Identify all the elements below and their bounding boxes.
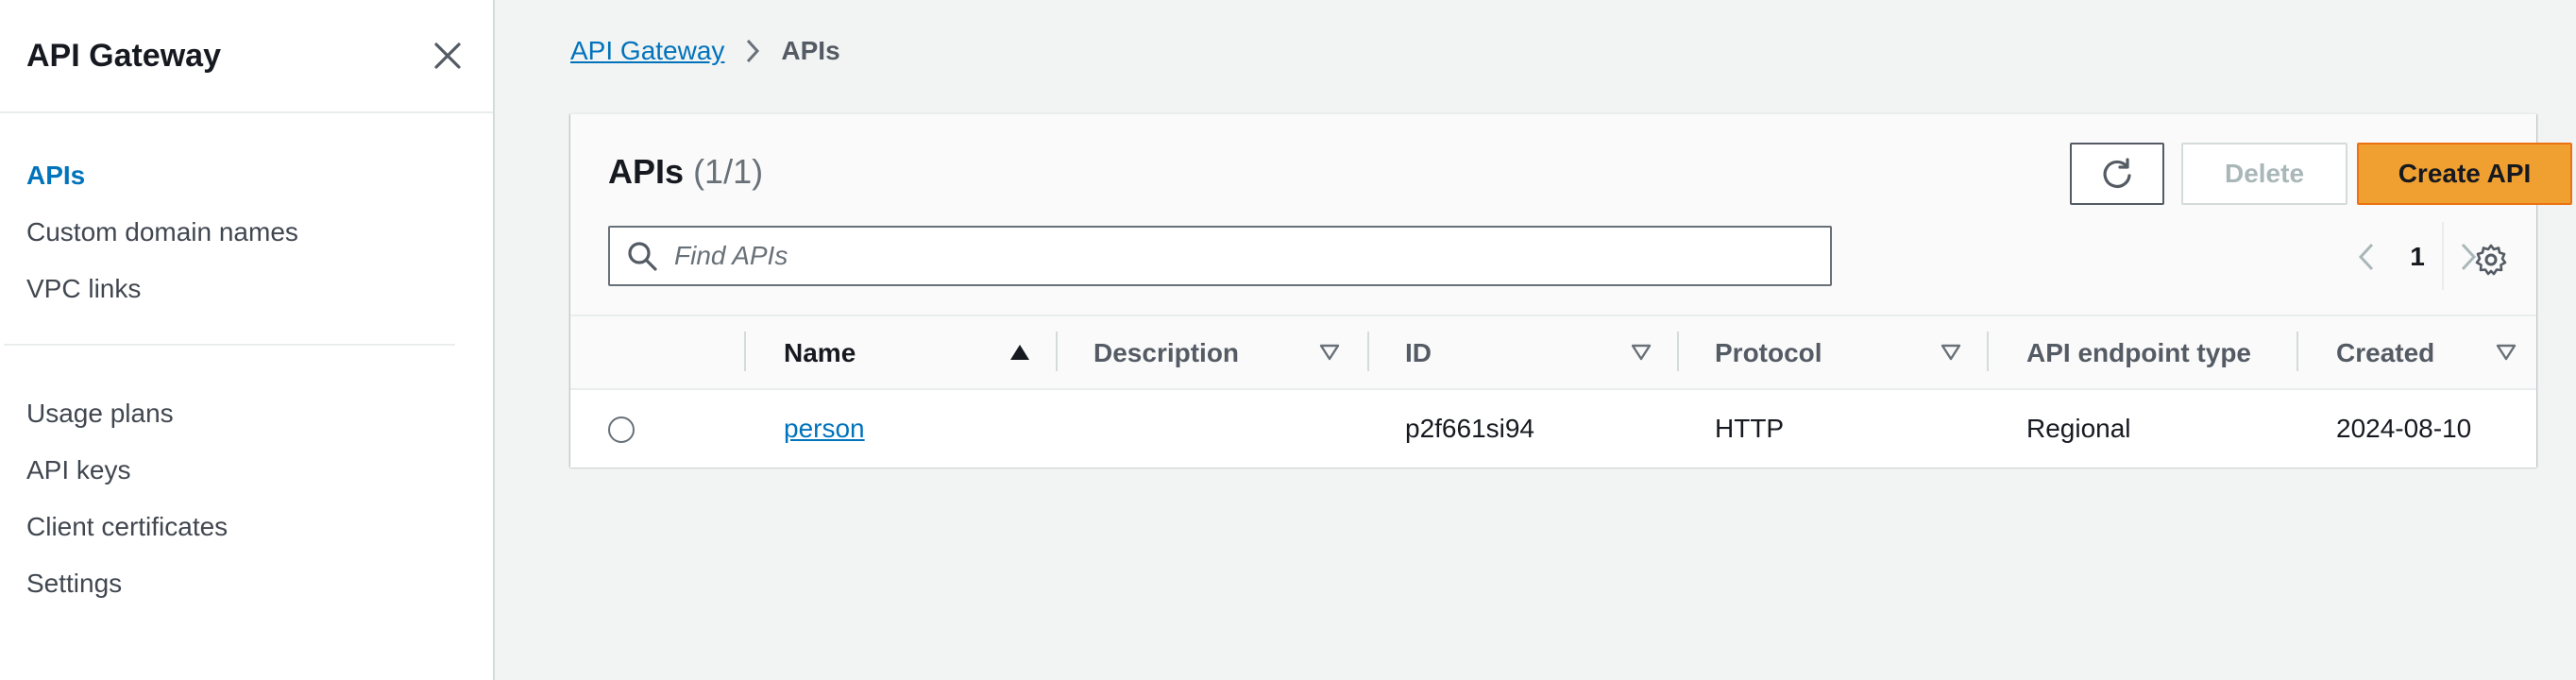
column-header-label: ID xyxy=(1405,338,1432,367)
row-select-radio[interactable] xyxy=(608,416,635,443)
cell-endpoint-type: Regional xyxy=(2026,414,2131,443)
main-content: API Gateway APIs APIs (1/1) Delete Creat… xyxy=(497,0,2576,680)
gear-icon xyxy=(2475,244,2507,276)
sidebar-header: API Gateway xyxy=(0,0,493,113)
column-header-label: API endpoint type xyxy=(2026,338,2251,367)
sidebar-item-usage-plans[interactable]: Usage plans xyxy=(0,385,493,442)
close-icon xyxy=(434,42,461,69)
column-header-endpoint-type[interactable]: API endpoint type xyxy=(2026,316,2251,390)
breadcrumb: API Gateway APIs xyxy=(570,36,840,66)
sidebar-item-client-certificates[interactable]: Client certificates xyxy=(0,499,493,555)
search-box xyxy=(608,226,1832,286)
sidebar-item-custom-domain-names[interactable]: Custom domain names xyxy=(0,204,493,261)
table-settings-button[interactable] xyxy=(2468,237,2514,282)
sidebar-item-settings[interactable]: Settings xyxy=(0,555,493,612)
column-separator[interactable] xyxy=(1677,332,1679,371)
cell-protocol: HTTP xyxy=(1715,414,1785,443)
column-header-label: Created xyxy=(2336,338,2435,367)
create-api-button[interactable]: Create API xyxy=(2357,143,2572,205)
column-separator[interactable] xyxy=(1367,332,1369,371)
nav-group-primary: APIs Custom domain names VPC links xyxy=(0,113,493,344)
api-name-link[interactable]: person xyxy=(784,414,865,444)
column-separator xyxy=(744,332,746,371)
sidebar-item-api-keys[interactable]: API keys xyxy=(0,442,493,499)
cell-id: p2f661si94 xyxy=(1405,414,1535,443)
column-header-label: Description xyxy=(1093,338,1240,367)
sidebar-item-apis[interactable]: APIs xyxy=(0,147,493,204)
close-sidebar-button[interactable] xyxy=(429,37,466,75)
column-separator[interactable] xyxy=(1987,332,1989,371)
sort-descending-icon[interactable] xyxy=(1318,341,1341,364)
chevron-right-icon xyxy=(745,39,760,63)
panel-header: APIs (1/1) Delete Create API Find APIs 1 xyxy=(570,114,2572,316)
sort-descending-icon[interactable] xyxy=(1630,341,1652,364)
search-icon xyxy=(628,242,657,271)
search-input[interactable] xyxy=(674,241,1807,271)
panel-title: APIs (1/1) xyxy=(608,152,763,192)
nav-group-secondary: Usage plans API keys Client certificates… xyxy=(0,346,493,638)
sort-ascending-icon[interactable] xyxy=(1008,341,1031,364)
panel-title-count: (1/1) xyxy=(693,152,764,191)
column-header-id[interactable]: ID xyxy=(1405,316,1432,390)
page-number[interactable]: 1 xyxy=(2387,242,2448,272)
column-header-created[interactable]: Created xyxy=(2336,316,2434,390)
previous-page-button[interactable] xyxy=(2346,231,2387,282)
delete-button[interactable]: Delete xyxy=(2181,143,2347,205)
sidebar-title: API Gateway xyxy=(26,37,221,74)
column-header-name[interactable]: Name xyxy=(784,316,856,390)
pager-divider xyxy=(2442,222,2444,290)
breadcrumb-current: APIs xyxy=(781,36,840,65)
chevron-left-icon xyxy=(2358,243,2374,271)
column-header-label: Protocol xyxy=(1715,338,1822,367)
panel-title-text: APIs xyxy=(608,152,685,191)
apis-panel: APIs (1/1) Delete Create API Find APIs 1… xyxy=(570,113,2572,468)
column-separator[interactable] xyxy=(2296,332,2298,371)
refresh-icon xyxy=(2103,158,2131,188)
sidebar: API Gateway APIs Custom domain names VPC… xyxy=(0,0,495,680)
cell-name: person xyxy=(784,390,865,468)
cell-created: 2024-08-10 xyxy=(2336,414,2472,443)
column-header-label: Name xyxy=(784,338,856,367)
table-row[interactable]: person p2f661si94 HTTP Regional 2024-08-… xyxy=(570,390,2536,468)
breadcrumb-root-link[interactable]: API Gateway xyxy=(570,36,724,66)
sort-descending-icon[interactable] xyxy=(2495,341,2517,364)
column-header-description[interactable]: Description xyxy=(1093,316,1239,390)
column-header-protocol[interactable]: Protocol xyxy=(1715,316,1822,390)
refresh-button[interactable] xyxy=(2070,143,2164,205)
column-separator[interactable] xyxy=(1056,332,1058,371)
sort-descending-icon[interactable] xyxy=(1940,341,1962,364)
table-header: Name Description ID Protocol API endpoin… xyxy=(570,316,2536,390)
sidebar-item-vpc-links[interactable]: VPC links xyxy=(0,261,493,317)
